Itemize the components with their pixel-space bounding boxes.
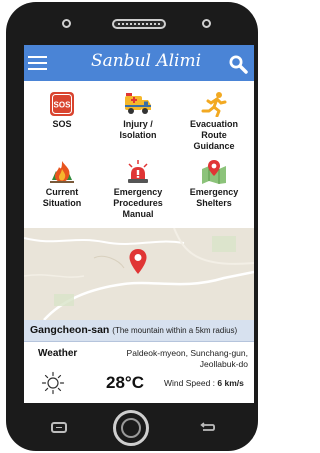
hamburger-menu-icon[interactable]	[28, 53, 48, 71]
tile-label: Emergency Shelters	[189, 187, 239, 208]
tile-label: Current Situation	[42, 187, 82, 208]
location-name: Gangcheon-san (The mountain within a 5km…	[30, 324, 238, 336]
menu-tile-emergency-manual[interactable]: Emergency Procedures Manual	[100, 159, 176, 220]
tile-label: Evacuation Route Guidance	[189, 119, 238, 151]
recent-apps-button[interactable]	[51, 422, 67, 433]
app-header: Sanbul Alimi	[24, 45, 254, 81]
tile-label: SOS	[52, 119, 72, 129]
temperature-value: 28°C	[106, 373, 144, 392]
menu-tile-current-situation[interactable]: Current Situation	[24, 159, 100, 209]
speaker-grille	[112, 19, 166, 29]
app-screen: Sanbul Alimi SOS SOS Injury / Isolation …	[24, 45, 254, 403]
phone-frame: Sanbul Alimi SOS SOS Injury / Isolation …	[6, 2, 258, 451]
tile-label: Injury / Isolation	[119, 119, 157, 140]
location-bar: Gangcheon-san (The mountain within a 5km…	[24, 320, 254, 342]
menu-tile-evacuation-route[interactable]: Evacuation Route Guidance	[176, 91, 252, 152]
app-title: Sanbul Alimi	[90, 51, 202, 71]
location-note: (The mountain within a 5km radius)	[112, 326, 238, 335]
menu-tile-sos[interactable]: SOS SOS	[24, 91, 100, 130]
alarm-siren-icon	[128, 160, 148, 183]
running-person-icon	[201, 92, 227, 117]
fire-icon	[50, 161, 74, 183]
wind-speed: Wind Speed : 6 km/s	[164, 378, 244, 388]
menu-tile-emergency-shelters[interactable]: Emergency Shelters	[176, 159, 252, 209]
location-pin-icon	[129, 249, 147, 274]
weather-title: Weather	[38, 348, 78, 359]
svg-text:SOS: SOS	[54, 101, 72, 110]
ambulance-icon	[125, 93, 151, 114]
sensor-icon	[62, 19, 71, 28]
map-pin-icon	[202, 160, 226, 184]
weather-address: Paldeok-myeon, Sunchang-gun, Jeollabuk-d…	[126, 348, 248, 369]
back-button[interactable]	[200, 422, 216, 433]
location-map[interactable]	[24, 228, 254, 320]
sos-icon: SOS	[50, 92, 74, 116]
menu-tile-injury-isolation[interactable]: Injury / Isolation	[100, 91, 176, 141]
sun-icon	[41, 371, 65, 395]
search-icon[interactable]	[227, 53, 249, 75]
tile-label: Emergency Procedures Manual	[113, 187, 163, 219]
home-button[interactable]	[113, 410, 149, 446]
front-camera-icon	[202, 19, 211, 28]
